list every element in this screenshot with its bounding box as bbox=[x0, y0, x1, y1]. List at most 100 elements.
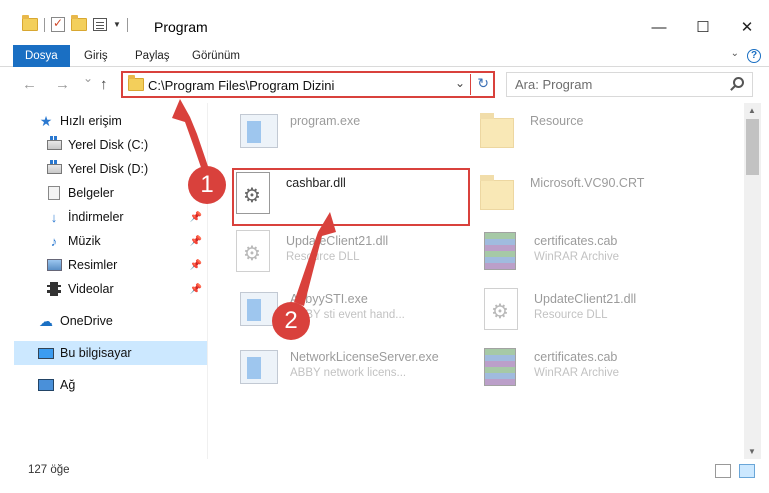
file-item[interactable]: UpdateClient21.dll Resource DLL bbox=[484, 288, 636, 332]
back-button[interactable]: ← bbox=[22, 76, 37, 93]
sidebar-item-onedrive[interactable]: ☁ OneDrive bbox=[38, 309, 208, 333]
sidebar-item-label: Belgeler bbox=[68, 186, 114, 200]
sidebar-item-pictures[interactable]: Resimler 📌 bbox=[46, 253, 208, 277]
sidebar-item-downloads[interactable]: ↓ İndirmeler 📌 bbox=[46, 205, 208, 229]
computer-icon bbox=[38, 347, 54, 359]
item-count: 127 öğe bbox=[28, 464, 70, 476]
sidebar-item-music[interactable]: ♪ Müzik 📌 bbox=[46, 229, 208, 253]
title-bar: ▼ Program — ☐ ✕ bbox=[0, 0, 769, 46]
search-box[interactable] bbox=[506, 72, 753, 97]
recent-locations-button[interactable]: ⌄ bbox=[83, 71, 93, 85]
sidebar-item-documents[interactable]: Belgeler bbox=[46, 181, 208, 205]
pin-icon[interactable]: 📌 bbox=[190, 284, 202, 295]
ribbon-tabs: Dosya Giriş Paylaş Görünüm ⌄ ? bbox=[0, 45, 769, 67]
sidebar-item-this-pc[interactable]: Bu bilgisayar bbox=[14, 341, 207, 365]
navigation-bar: ← → ⌄ ↑ C:\Program Files\Program Dizini … bbox=[0, 67, 769, 103]
sidebar-item-label: Hızlı erişim bbox=[60, 114, 122, 128]
tab-view[interactable]: Görünüm bbox=[192, 45, 240, 67]
step-badge-2: 2 bbox=[272, 302, 310, 340]
properties-icon[interactable] bbox=[51, 16, 65, 32]
network-icon bbox=[38, 379, 54, 391]
sidebar-item-label: Müzik bbox=[68, 234, 101, 248]
star-icon: ★ bbox=[39, 112, 53, 129]
address-divider bbox=[470, 74, 471, 95]
details-view-icon[interactable] bbox=[715, 464, 731, 478]
maximize-button[interactable]: ☐ bbox=[681, 12, 725, 42]
new-folder-icon[interactable] bbox=[71, 15, 87, 31]
tab-file[interactable]: Dosya bbox=[13, 45, 70, 67]
folder-icon bbox=[480, 175, 514, 210]
sidebar-item-local-disk-d[interactable]: Yerel Disk (D:) bbox=[46, 157, 208, 181]
folder-item[interactable]: Microsoft.VC90.CRT bbox=[480, 172, 644, 216]
folder-icon bbox=[480, 113, 514, 148]
help-button[interactable]: ? bbox=[747, 49, 761, 63]
sidebar-item-label: İndirmeler bbox=[68, 210, 124, 224]
search-icon[interactable] bbox=[733, 77, 744, 88]
sidebar-item-videos[interactable]: Videolar 📌 bbox=[46, 277, 208, 301]
sidebar-item-local-disk-c[interactable]: Yerel Disk (C:) bbox=[46, 133, 208, 157]
sidebar-item-label: Yerel Disk (C:) bbox=[68, 138, 149, 152]
scroll-thumb[interactable] bbox=[746, 119, 759, 175]
file-name: Microsoft.VC90.CRT bbox=[530, 176, 645, 190]
up-button[interactable]: ↑ bbox=[100, 76, 108, 93]
sidebar-item-label: Resimler bbox=[68, 258, 118, 272]
cloud-icon: ☁ bbox=[39, 312, 53, 329]
status-bar: 127 öğe bbox=[0, 459, 769, 493]
quick-access-toolbar: ▼ bbox=[22, 15, 128, 32]
file-description: Resource DLL bbox=[286, 251, 360, 263]
folder-icon bbox=[128, 75, 144, 91]
forward-button[interactable]: → bbox=[55, 76, 70, 93]
exe-icon bbox=[240, 114, 278, 148]
sidebar-item-label: Bu bilgisayar bbox=[60, 346, 132, 360]
file-name: program.exe bbox=[290, 114, 361, 128]
vertical-scrollbar[interactable]: ▲ ▼ bbox=[744, 103, 761, 459]
sidebar-item-network[interactable]: Ağ bbox=[38, 373, 208, 397]
file-item[interactable]: AbbyySTI.exe ABBY sti event hand... bbox=[240, 288, 405, 332]
file-highlight bbox=[232, 168, 470, 226]
file-item[interactable]: NetworkLicenseServer.exe ABBY network li… bbox=[240, 346, 439, 390]
sidebar-item-quick-access[interactable]: ★ Hızlı erişim bbox=[38, 109, 208, 133]
toolbar-divider bbox=[126, 17, 128, 32]
pane-divider[interactable] bbox=[207, 103, 208, 459]
address-path[interactable]: C:\Program Files\Program Dizini bbox=[148, 78, 334, 93]
folder-icon bbox=[22, 15, 38, 31]
file-name: NetworkLicenseServer.exe bbox=[290, 350, 439, 364]
file-item[interactable]: certificates.cab WinRAR Archive bbox=[484, 346, 619, 390]
window-controls: — ☐ ✕ bbox=[637, 12, 769, 42]
tab-home[interactable]: Giriş bbox=[84, 45, 108, 67]
sidebar-item-label: Yerel Disk (D:) bbox=[68, 162, 149, 176]
large-icons-view-icon[interactable] bbox=[739, 464, 755, 478]
scroll-down-icon[interactable]: ▼ bbox=[748, 447, 756, 456]
close-button[interactable]: ✕ bbox=[725, 12, 769, 42]
file-description: WinRAR Archive bbox=[534, 367, 619, 379]
folder-item[interactable]: Resource bbox=[480, 110, 584, 154]
documents-icon bbox=[48, 186, 60, 200]
sidebar-item-label: OneDrive bbox=[60, 314, 113, 328]
minimize-button[interactable]: — bbox=[637, 12, 681, 42]
file-item[interactable]: certificates.cab WinRAR Archive bbox=[484, 230, 619, 274]
drive-icon bbox=[46, 160, 62, 174]
chevron-down-icon[interactable]: ⌄ bbox=[731, 48, 739, 59]
refresh-icon[interactable]: ↻ bbox=[477, 75, 489, 92]
pin-icon[interactable]: 📌 bbox=[190, 260, 202, 271]
dll-icon bbox=[484, 288, 518, 330]
pin-icon[interactable]: 📌 bbox=[190, 212, 202, 223]
drive-icon bbox=[46, 136, 62, 150]
chevron-down-icon[interactable]: ⌄ bbox=[455, 76, 465, 90]
file-item[interactable]: program.exe bbox=[240, 110, 360, 154]
toolbar-divider bbox=[44, 17, 45, 32]
videos-icon bbox=[47, 282, 61, 296]
pin-icon[interactable]: 📌 bbox=[190, 236, 202, 247]
scroll-up-icon[interactable]: ▲ bbox=[748, 106, 756, 115]
customize-icon[interactable] bbox=[93, 18, 107, 31]
address-bar[interactable]: C:\Program Files\Program Dizini ⌄ ↻ bbox=[121, 71, 495, 98]
tab-share[interactable]: Paylaş bbox=[135, 45, 170, 67]
file-name: UpdateClient21.dll bbox=[534, 292, 637, 306]
file-item[interactable]: UpdateClient21.dll Resource DLL bbox=[236, 230, 388, 274]
search-input[interactable] bbox=[515, 77, 715, 92]
step-badge-1: 1 bbox=[188, 166, 226, 204]
chevron-down-icon[interactable]: ▼ bbox=[113, 20, 121, 29]
file-description: ABBY network licens... bbox=[290, 367, 407, 379]
file-name: UpdateClient21.dll bbox=[286, 234, 389, 248]
dll-icon bbox=[236, 230, 270, 272]
